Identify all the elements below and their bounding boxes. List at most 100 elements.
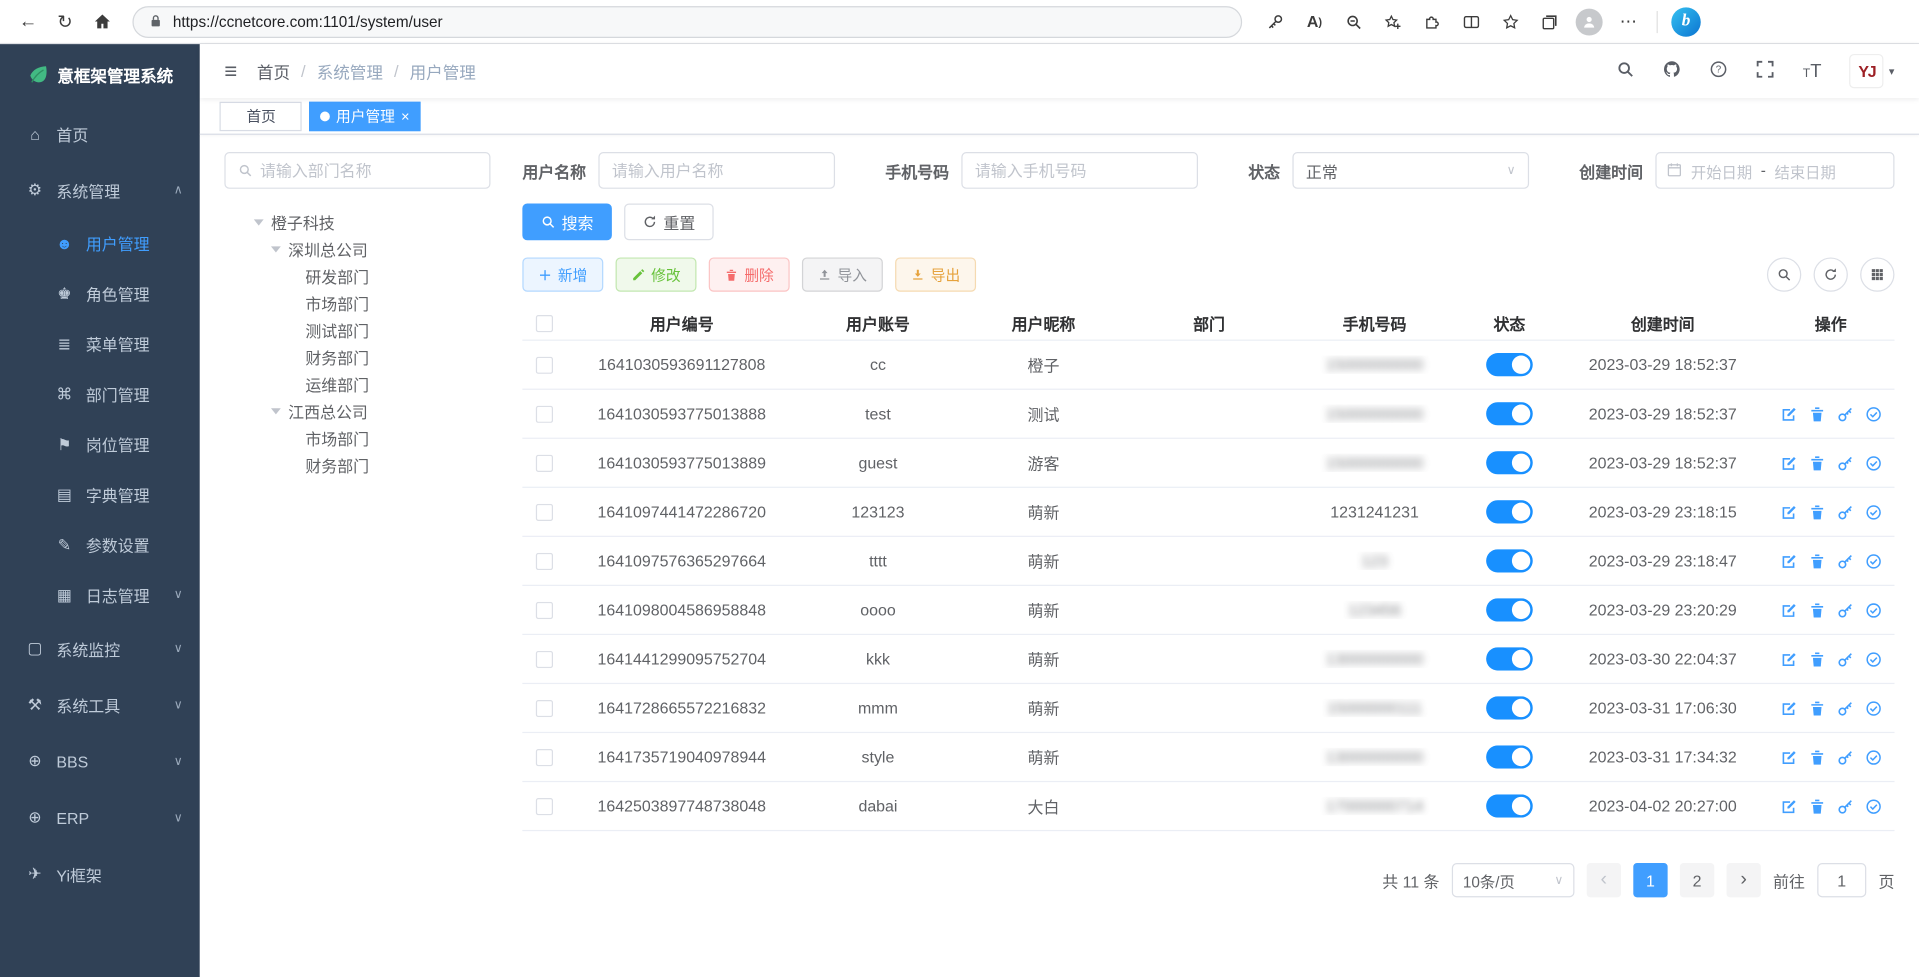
page-button-1[interactable]: 1 <box>1633 863 1667 897</box>
tree-node[interactable]: 测试部门 <box>224 316 490 343</box>
phone-input[interactable] <box>961 152 1198 189</box>
assign-role-button[interactable] <box>1864 699 1881 716</box>
assign-role-button[interactable] <box>1864 454 1881 471</box>
assign-role-button[interactable] <box>1864 797 1881 814</box>
delete-row-button[interactable] <box>1808 797 1825 814</box>
tree-node[interactable]: 市场部门 <box>224 424 490 451</box>
collections-icon[interactable] <box>1532 4 1569 38</box>
breadcrumb-system[interactable]: 系统管理 <box>317 59 383 84</box>
close-tab-icon[interactable] <box>401 107 410 124</box>
tree-node[interactable]: 研发部门 <box>224 262 490 289</box>
header-search-icon[interactable] <box>1616 61 1634 82</box>
edit-row-button[interactable] <box>1780 552 1797 569</box>
hamburger-icon[interactable]: ≡ <box>224 58 237 84</box>
delete-row-button[interactable] <box>1808 552 1825 569</box>
date-range-picker[interactable]: 开始日期 - 结束日期 <box>1655 152 1894 189</box>
row-checkbox[interactable] <box>535 601 552 618</box>
caret-down-icon[interactable] <box>271 241 288 257</box>
delete-row-button[interactable] <box>1808 699 1825 716</box>
status-toggle[interactable] <box>1486 794 1533 817</box>
assign-role-button[interactable] <box>1864 552 1881 569</box>
status-toggle[interactable] <box>1486 745 1533 768</box>
assign-role-button[interactable] <box>1864 503 1881 520</box>
read-aloud-icon[interactable]: A) <box>1296 4 1333 38</box>
sidebar-item[interactable]: 系统管理 <box>0 162 200 218</box>
delete-row-button[interactable] <box>1808 601 1825 618</box>
address-bar[interactable]: https://ccnetcore.com:1101/system/user <box>132 6 1242 38</box>
status-toggle[interactable] <box>1486 353 1533 376</box>
extensions-icon[interactable] <box>1414 4 1451 38</box>
status-toggle[interactable] <box>1486 402 1533 425</box>
status-toggle[interactable] <box>1486 500 1533 523</box>
assign-role-button[interactable] <box>1864 650 1881 667</box>
font-size-icon[interactable]: TT <box>1803 62 1822 80</box>
browser-refresh-button[interactable]: ↻ <box>47 4 84 38</box>
reset-password-button[interactable] <box>1836 699 1853 716</box>
goto-page-input[interactable] <box>1817 863 1866 897</box>
caret-down-icon[interactable] <box>254 214 271 230</box>
bing-chat-icon[interactable]: b <box>1668 4 1705 38</box>
reset-password-button[interactable] <box>1836 650 1853 667</box>
delete-row-button[interactable] <box>1808 503 1825 520</box>
next-page-button[interactable] <box>1726 863 1760 897</box>
select-all-checkbox[interactable] <box>535 314 552 331</box>
browser-home-button[interactable] <box>83 4 120 38</box>
prev-page-button[interactable] <box>1587 863 1621 897</box>
column-settings-button[interactable] <box>1860 257 1894 291</box>
page-button-2[interactable]: 2 <box>1680 863 1714 897</box>
reset-password-button[interactable] <box>1836 405 1853 422</box>
department-search-input[interactable] <box>260 161 477 179</box>
caret-down-icon[interactable] <box>271 403 288 419</box>
edit-row-button[interactable] <box>1780 601 1797 618</box>
tree-node[interactable]: 财务部门 <box>224 451 490 478</box>
tree-node[interactable]: 深圳总公司 <box>224 235 490 262</box>
delete-row-button[interactable] <box>1808 405 1825 422</box>
export-button[interactable]: 导出 <box>895 257 976 291</box>
tree-node[interactable]: 运维部门 <box>224 370 490 397</box>
reset-password-button[interactable] <box>1836 601 1853 618</box>
edit-row-button[interactable] <box>1780 699 1797 716</box>
sidebar-item[interactable]: BBS <box>0 733 200 789</box>
assign-role-button[interactable] <box>1864 601 1881 618</box>
delete-user-button[interactable]: 删除 <box>709 257 790 291</box>
sidebar-item[interactable]: 系统工具 <box>0 677 200 733</box>
row-checkbox[interactable] <box>535 552 552 569</box>
status-toggle[interactable] <box>1486 696 1533 719</box>
import-button[interactable]: 导入 <box>802 257 883 291</box>
add-favorite-icon[interactable] <box>1375 4 1412 38</box>
row-checkbox[interactable] <box>535 503 552 520</box>
sidebar-item[interactable]: 字典管理 <box>0 470 200 520</box>
reset-password-button[interactable] <box>1836 748 1853 765</box>
edit-row-button[interactable] <box>1780 503 1797 520</box>
refresh-table-button[interactable] <box>1814 257 1848 291</box>
reset-button[interactable]: 重置 <box>624 203 714 240</box>
reset-password-button[interactable] <box>1836 552 1853 569</box>
row-checkbox[interactable] <box>535 650 552 667</box>
split-screen-icon[interactable] <box>1453 4 1490 38</box>
sidebar-item[interactable]: ERP <box>0 789 200 845</box>
row-checkbox[interactable] <box>535 699 552 716</box>
delete-row-button[interactable] <box>1808 748 1825 765</box>
edit-row-button[interactable] <box>1780 454 1797 471</box>
view-tab[interactable]: 首页 <box>219 101 301 130</box>
reset-password-button[interactable] <box>1836 454 1853 471</box>
reset-password-button[interactable] <box>1836 797 1853 814</box>
sidebar-item[interactable]: 岗位管理 <box>0 419 200 469</box>
sidebar-item[interactable]: 系统监控 <box>0 620 200 676</box>
sidebar-item[interactable]: 用户管理 <box>0 218 200 268</box>
password-key-icon[interactable] <box>1257 4 1294 38</box>
breadcrumb-home[interactable]: 首页 <box>257 59 290 84</box>
edit-user-button[interactable]: 修改 <box>616 257 697 291</box>
edit-row-button[interactable] <box>1780 748 1797 765</box>
username-input[interactable] <box>598 152 835 189</box>
row-checkbox[interactable] <box>535 454 552 471</box>
assign-role-button[interactable] <box>1864 405 1881 422</box>
show-search-toggle-button[interactable] <box>1767 257 1801 291</box>
edit-row-button[interactable] <box>1780 405 1797 422</box>
tree-node[interactable]: 橙子科技 <box>224 208 490 235</box>
sidebar-item[interactable]: 首页 <box>0 105 200 161</box>
tree-node[interactable]: 市场部门 <box>224 289 490 316</box>
sidebar-item[interactable]: 日志管理 <box>0 570 200 620</box>
edit-row-button[interactable] <box>1780 797 1797 814</box>
sidebar-item[interactable]: Yi框架 <box>0 846 200 902</box>
